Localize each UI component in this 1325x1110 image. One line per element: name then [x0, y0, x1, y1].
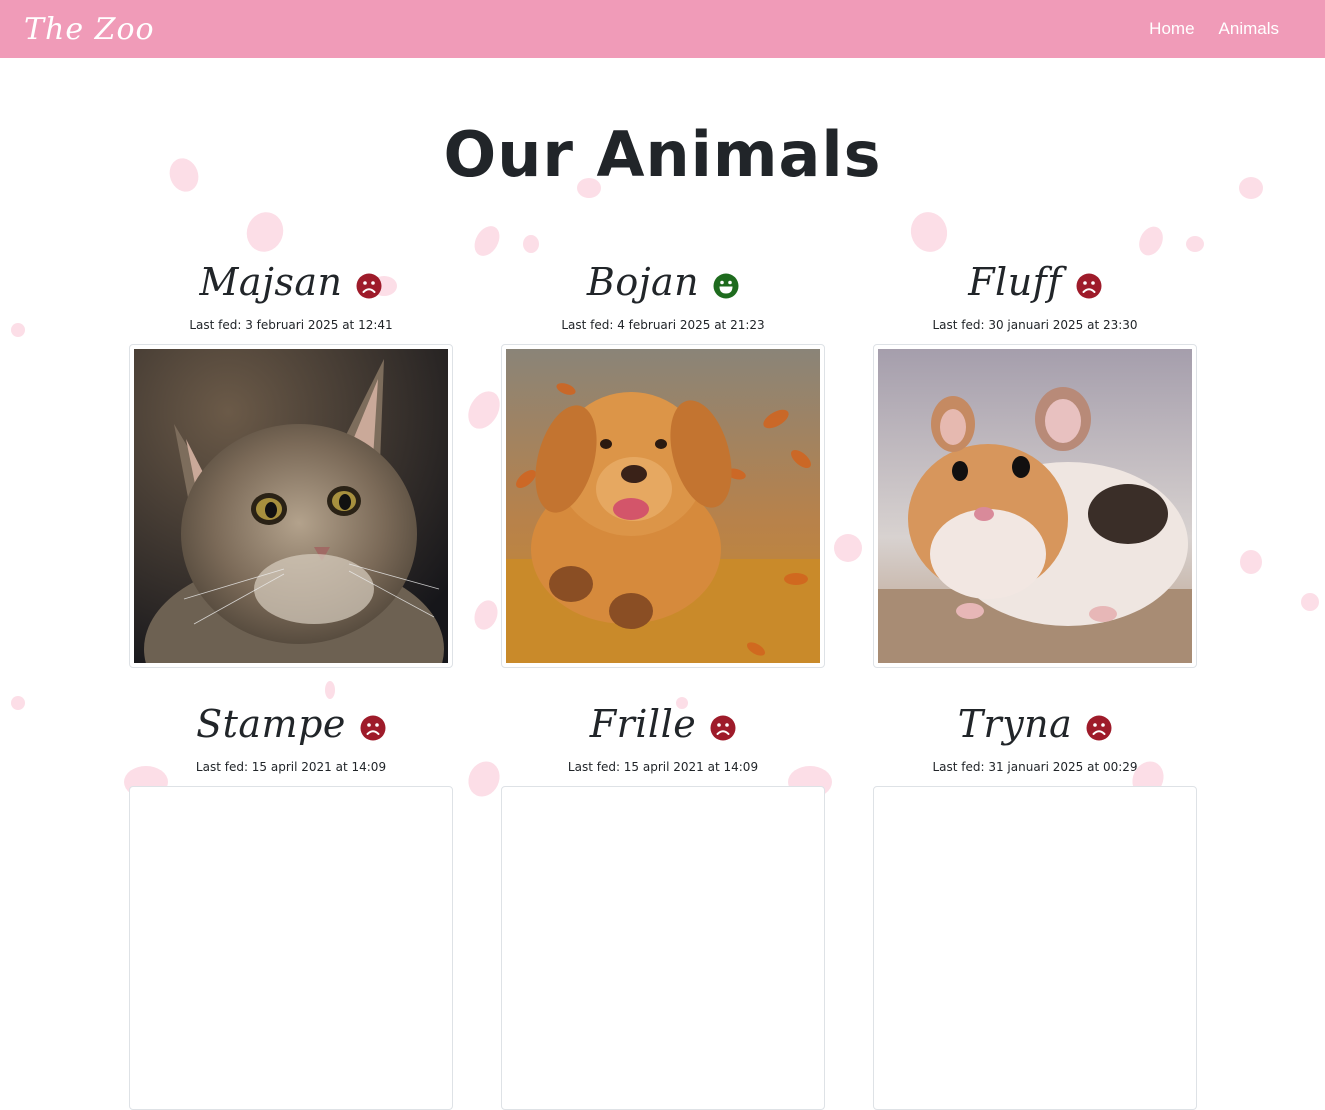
nav-link-home[interactable]: Home [1149, 19, 1194, 39]
navbar: The Zoo Home Animals [0, 0, 1325, 58]
sad-face-icon [710, 715, 736, 741]
sad-face-icon [360, 715, 386, 741]
nav-links: Home Animals [1149, 19, 1279, 39]
animal-name[interactable]: Stampe [196, 702, 346, 746]
last-fed-text: Last fed: 31 januari 2025 at 00:29 [932, 760, 1138, 774]
brand-logo[interactable]: The Zoo [24, 12, 155, 47]
sad-face-icon [1076, 273, 1102, 299]
animal-photo-card[interactable] [129, 786, 453, 1110]
animal-header: Tryna [873, 699, 1197, 749]
sad-face-icon [1086, 715, 1112, 741]
cat-photo [134, 349, 448, 663]
last-fed-text: Last fed: 15 april 2021 at 14:09 [567, 760, 759, 774]
animal-card-bojan[interactable]: Bojan Last fed: 4 februari 2025 at 21:23 [501, 257, 825, 668]
dog-photo [506, 349, 820, 663]
animal-photo-card[interactable] [129, 344, 453, 668]
animal-card-fluff[interactable]: Fluff Last fed: 30 januari 2025 at 23:30 [873, 257, 1197, 668]
last-fed-text: Last fed: 15 april 2021 at 14:09 [195, 760, 387, 774]
animal-photo-card[interactable] [501, 786, 825, 1110]
animal-header: Frille [501, 699, 825, 749]
animal-card-tryna[interactable]: Tryna Last fed: 31 januari 2025 at 00:29 [873, 699, 1197, 1110]
animal-card-majsan[interactable]: Majsan Last fed: 3 februari 2025 at 12:4… [129, 257, 453, 668]
page-title: Our Animals [443, 118, 882, 191]
animal-photo-card[interactable] [501, 344, 825, 668]
animal-header: Stampe [129, 699, 453, 749]
animal-card-frille[interactable]: Frille Last fed: 15 april 2021 at 14:09 [501, 699, 825, 1110]
last-fed-text: Last fed: 4 februari 2025 at 21:23 [561, 318, 765, 332]
animal-name[interactable]: Frille [590, 702, 696, 746]
last-fed-text: Last fed: 3 februari 2025 at 12:41 [189, 318, 393, 332]
animal-name[interactable]: Majsan [200, 260, 343, 304]
animal-name[interactable]: Fluff [968, 260, 1062, 304]
sad-face-icon [356, 273, 382, 299]
animal-name[interactable]: Tryna [958, 702, 1073, 746]
animal-name[interactable]: Bojan [587, 260, 699, 304]
animal-header: Fluff [873, 257, 1197, 307]
happy-face-icon [713, 273, 739, 299]
animal-card-stampe[interactable]: Stampe Last fed: 15 april 2021 at 14:09 [129, 699, 453, 1110]
hamster-photo [878, 349, 1192, 663]
animal-header: Majsan [129, 257, 453, 307]
animal-header: Bojan [501, 257, 825, 307]
last-fed-text: Last fed: 30 januari 2025 at 23:30 [932, 318, 1138, 332]
nav-link-animals[interactable]: Animals [1219, 19, 1279, 39]
animal-photo-card[interactable] [873, 786, 1197, 1110]
animal-photo-card[interactable] [873, 344, 1197, 668]
